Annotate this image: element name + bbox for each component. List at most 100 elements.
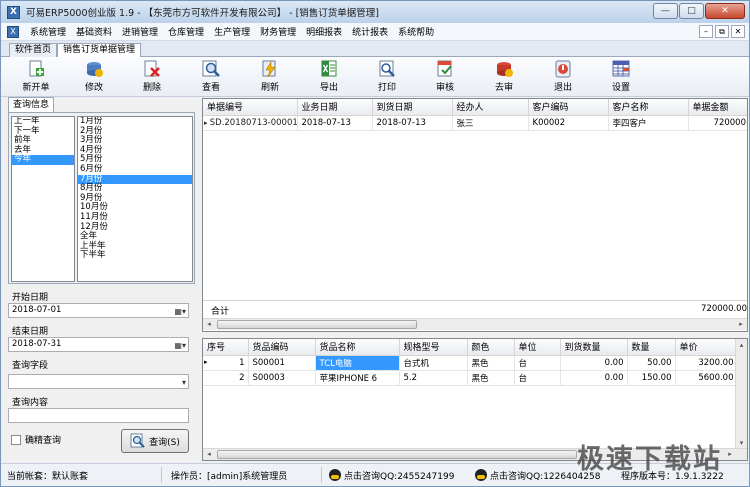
unaudit-button[interactable]: 去审 xyxy=(482,60,526,94)
calendar-dropdown-icon[interactable]: ▦▾ xyxy=(174,339,186,352)
table-row[interactable]: ▸ 1 S00001 TCL电脑 台式机 黑色 台 0.00 50.00 3200… xyxy=(203,355,738,371)
scroll-thumb[interactable] xyxy=(217,320,417,329)
arrived-cell[interactable]: 0.00 xyxy=(560,355,628,371)
exact-query-checkbox[interactable]: 确精查询 xyxy=(11,433,61,446)
menu-basic-data[interactable]: 基础资料 xyxy=(71,25,117,38)
name-cell[interactable]: 苹果IPHONE 6 xyxy=(315,370,400,386)
qq-contact-1[interactable]: 点击咨询QQ:2455247199 xyxy=(329,469,454,482)
col-header[interactable]: 数量 xyxy=(627,339,676,356)
menu-production[interactable]: 生产管理 xyxy=(209,25,255,38)
query-panel-tab[interactable]: 查询信息 xyxy=(8,97,55,112)
scroll-right-icon[interactable]: ▸ xyxy=(735,319,747,330)
status-divider xyxy=(161,467,162,483)
menu-help[interactable]: 系统帮助 xyxy=(393,25,439,38)
start-date-picker[interactable]: 2018-07-01 ▦▾ xyxy=(8,303,189,318)
checkbox-box[interactable] xyxy=(11,434,21,445)
arrive-date-cell[interactable]: 2018-07-13 xyxy=(372,115,453,131)
menu-app-icon[interactable]: X xyxy=(7,25,19,38)
col-header[interactable]: 颜色 xyxy=(467,339,515,356)
code-cell[interactable]: S00001 xyxy=(248,355,316,371)
exit-button[interactable]: 退出 xyxy=(541,60,585,94)
col-header[interactable]: 单价 xyxy=(675,339,738,356)
code-cell[interactable]: S00003 xyxy=(248,370,316,386)
query-content-input[interactable] xyxy=(8,408,189,423)
price-cell[interactable]: 3200.00 xyxy=(675,355,738,371)
name-cell[interactable]: TCL电脑 xyxy=(315,355,400,371)
scroll-right-icon[interactable]: ▸ xyxy=(724,449,736,460)
menu-warehouse[interactable]: 仓库管理 xyxy=(163,25,209,38)
export-button[interactable]: 导出 xyxy=(307,60,351,94)
spec-cell[interactable]: 5.2 xyxy=(399,370,468,386)
scroll-up-icon[interactable]: ▴ xyxy=(736,339,747,351)
scroll-left-icon[interactable]: ◂ xyxy=(203,449,215,460)
col-header[interactable]: 单据金额 xyxy=(688,99,747,116)
audit-button[interactable]: 审核 xyxy=(423,60,467,94)
edit-button[interactable]: 修改 xyxy=(72,60,116,94)
col-header[interactable]: 单据编号 xyxy=(203,99,298,116)
tab-sales-order[interactable]: 销售订货单据管理 xyxy=(57,43,142,58)
new-order-button[interactable]: 新开单 xyxy=(14,60,58,94)
menu-finance[interactable]: 财务管理 xyxy=(255,25,301,38)
unit-cell[interactable]: 台 xyxy=(514,355,561,371)
qty-cell[interactable]: 50.00 xyxy=(627,355,676,371)
col-header[interactable]: 到货日期 xyxy=(372,99,453,116)
table-row[interactable]: ▸ SD.20180713-00001 2018-07-13 2018-07-1… xyxy=(203,115,747,131)
scroll-left-icon[interactable]: ◂ xyxy=(203,319,215,330)
arrived-cell[interactable]: 0.00 xyxy=(560,370,628,386)
menu-stat-reports[interactable]: 统计报表 xyxy=(347,25,393,38)
search-button[interactable]: 查询(S) xyxy=(121,429,189,453)
print-button[interactable]: 打印 xyxy=(365,60,409,94)
menu-system[interactable]: 系统管理 xyxy=(25,25,71,38)
seq-cell[interactable]: 2 xyxy=(203,370,249,386)
handler-cell[interactable]: 张三 xyxy=(452,115,529,131)
col-header[interactable]: 单位 xyxy=(514,339,561,356)
table-row[interactable]: 2 S00003 苹果IPHONE 6 5.2 黑色 台 0.00 150.00… xyxy=(203,370,738,386)
menu-detail-reports[interactable]: 明细报表 xyxy=(301,25,347,38)
menu-purchase-sales[interactable]: 进销管理 xyxy=(117,25,163,38)
calendar-dropdown-icon[interactable]: ▦▾ xyxy=(174,305,186,318)
col-header[interactable]: 客户编码 xyxy=(528,99,609,116)
col-header[interactable]: 序号 xyxy=(203,339,249,356)
biz-date-cell[interactable]: 2018-07-13 xyxy=(297,115,373,131)
edit-label: 修改 xyxy=(84,83,103,93)
qty-cell[interactable]: 150.00 xyxy=(627,370,676,386)
close-button[interactable]: ✕ xyxy=(705,3,745,19)
col-header[interactable]: 到货数量 xyxy=(560,339,628,356)
mdi-close-button[interactable]: ✕ xyxy=(731,25,745,38)
color-cell[interactable]: 黑色 xyxy=(467,370,515,386)
seq-cell[interactable]: ▸ 1 xyxy=(203,355,249,371)
col-header[interactable]: 客户名称 xyxy=(608,99,689,116)
unit-cell[interactable]: 台 xyxy=(514,370,561,386)
maximize-button[interactable]: □ xyxy=(679,3,704,19)
color-cell[interactable]: 黑色 xyxy=(467,355,515,371)
col-header[interactable]: 经办人 xyxy=(452,99,529,116)
mdi-restore-button[interactable]: ⧉ xyxy=(715,25,729,38)
col-header[interactable]: 货品名称 xyxy=(315,339,400,356)
cust-code-cell[interactable]: K00002 xyxy=(528,115,609,131)
col-header[interactable]: 货品编码 xyxy=(248,339,316,356)
year-list[interactable]: 上一年 下一年 前年 去年 今年 xyxy=(11,116,75,282)
refresh-button[interactable]: 刷新 xyxy=(248,60,292,94)
minimize-button[interactable]: — xyxy=(653,3,678,19)
price-cell[interactable]: 5600.00 xyxy=(675,370,738,386)
items-vscroll[interactable]: ▴ ▾ xyxy=(735,339,747,449)
order-no-cell[interactable]: ▸ SD.20180713-00001 xyxy=(203,115,298,131)
settings-button[interactable]: 设置 xyxy=(599,60,643,94)
col-header[interactable]: 规格型号 xyxy=(399,339,468,356)
mdi-minimize-button[interactable]: – xyxy=(699,25,713,38)
orders-hscroll[interactable]: ◂ ▸ xyxy=(203,318,747,330)
cust-name-cell[interactable]: 李四客户 xyxy=(608,115,689,131)
tab-home[interactable]: 软件首页 xyxy=(9,43,58,57)
end-date-picker[interactable]: 2018-07-31 ▦▾ xyxy=(8,337,189,352)
list-item-selected[interactable]: 今年 xyxy=(12,155,74,165)
amount-cell[interactable]: 720000.00 xyxy=(688,115,747,131)
spec-cell[interactable]: 台式机 xyxy=(399,355,468,371)
col-header[interactable]: 业务日期 xyxy=(297,99,373,116)
scroll-thumb[interactable] xyxy=(217,450,577,459)
view-button[interactable]: 查看 xyxy=(189,60,233,94)
query-field-select[interactable]: ▾ xyxy=(8,374,189,389)
chevron-down-icon[interactable]: ▾ xyxy=(182,376,186,389)
month-list[interactable]: 1月份 2月份 3月份 4月份 5月份 6月份 7月份 8月份 9月份 10月份… xyxy=(77,116,193,282)
list-item[interactable]: 下半年 xyxy=(78,251,192,261)
delete-button[interactable]: 删除 xyxy=(130,60,174,94)
